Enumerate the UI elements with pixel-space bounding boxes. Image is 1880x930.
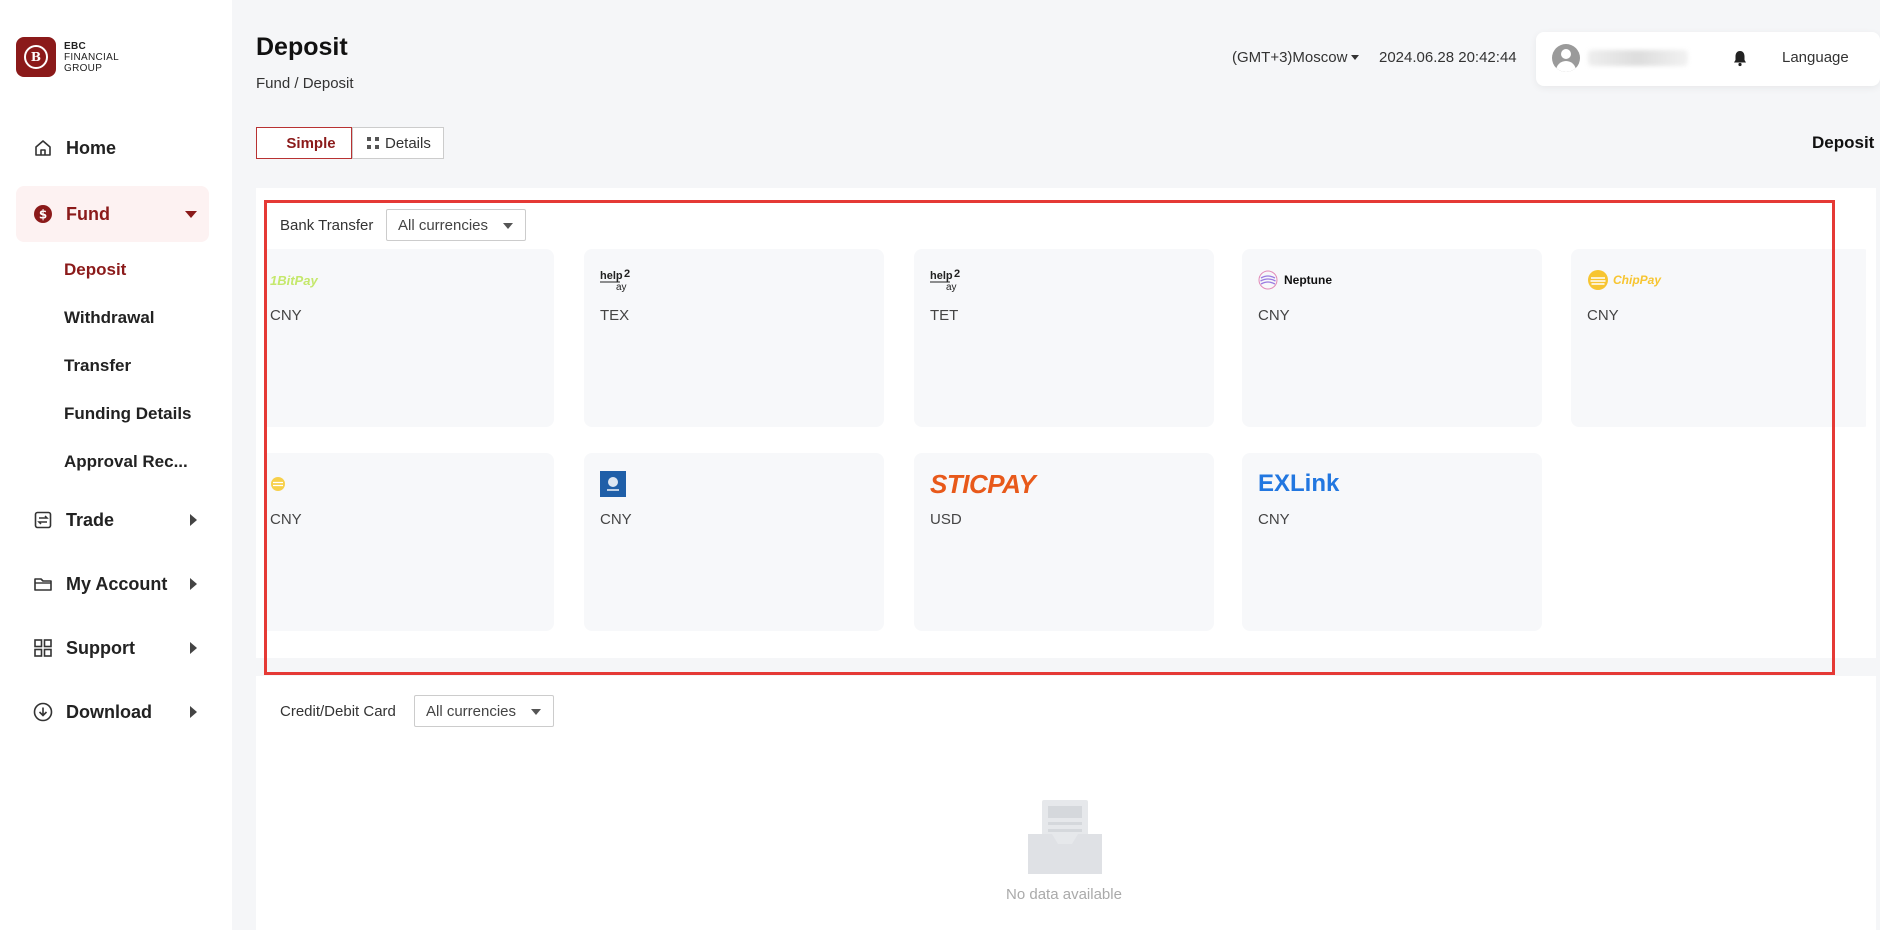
sidebar-item-trade[interactable]: Trade	[16, 492, 209, 548]
caret-down-icon	[503, 223, 513, 229]
chippay-logo-icon: ChipPay	[1587, 266, 1661, 294]
sidebar-subitem-approval-records[interactable]: Approval Rec...	[64, 452, 188, 472]
payment-method-card[interactable]: Neptune CNY	[1242, 249, 1542, 427]
select-value: All currencies	[398, 216, 489, 234]
svg-text:2: 2	[954, 268, 960, 280]
caret-down-icon	[1351, 55, 1360, 60]
payment-method-card[interactable]: EXLink CNY	[1242, 453, 1542, 631]
sidebar-item-label: Download	[66, 701, 152, 722]
payment-method-card[interactable]: CNY	[584, 453, 884, 631]
user-panel: Language	[1536, 32, 1880, 86]
sidebar-item-home[interactable]: Home	[16, 120, 209, 176]
tab-details-label: Details	[385, 134, 431, 152]
current-datetime: 2024.06.28 20:42:44	[1379, 49, 1517, 66]
page-title: Deposit	[256, 33, 348, 61]
svg-text:$: $	[39, 208, 47, 222]
trade-icon	[32, 509, 54, 531]
payment-method-currency: CNY	[1258, 307, 1290, 324]
sidebar-item-label: Home	[66, 137, 117, 158]
card-currency-select[interactable]: All currencies	[414, 695, 554, 727]
sidebar-item-download[interactable]: Download	[16, 684, 209, 740]
help2pay-logo-icon: help 2 ay	[930, 266, 966, 294]
sidebar-item-fund[interactable]: $ Fund	[16, 186, 209, 242]
chevron-right-icon	[190, 514, 197, 526]
sidebar-subitem-funding-details[interactable]: Funding Details	[64, 404, 192, 424]
empty-inbox-icon	[1028, 800, 1102, 874]
bell-icon[interactable]	[1732, 49, 1748, 72]
chevron-down-icon	[185, 211, 197, 218]
payment-method-card[interactable]: STICPAY USD	[914, 453, 1214, 631]
brand-line-2: FINANCIAL	[64, 51, 119, 63]
payment-method-currency: CNY	[600, 511, 632, 528]
blue-square-logo-icon	[600, 470, 626, 498]
grid-icon	[32, 637, 54, 659]
folder-icon	[32, 573, 54, 595]
sidebar-subitem-transfer[interactable]: Transfer	[64, 356, 131, 376]
home-icon	[32, 137, 54, 159]
avatar[interactable]	[1552, 44, 1580, 72]
exlink-logo-icon: EXLink	[1258, 470, 1340, 497]
sidebar-subitem-deposit[interactable]: Deposit	[64, 260, 126, 280]
svg-text:ay: ay	[946, 282, 957, 293]
neptune-logo-icon: Neptune	[1258, 266, 1332, 294]
svg-text:help: help	[930, 270, 953, 282]
chevron-right-icon	[190, 642, 197, 654]
grid-view-icon	[367, 137, 379, 149]
sidebar: B EBC FINANCIAL GROUP Home $ Fund Deposi…	[0, 0, 232, 930]
deposit-heading-right: Deposit	[1812, 133, 1875, 152]
brand-line-3: GROUP	[64, 62, 103, 74]
payment-method-card[interactable]: help 2 ay TET	[914, 249, 1214, 427]
sidebar-item-label: My Account	[66, 573, 168, 594]
username-redacted	[1588, 50, 1688, 66]
sidebar-item-my-account[interactable]: My Account	[16, 556, 209, 612]
sidebar-subitem-withdrawal[interactable]: Withdrawal	[64, 308, 155, 328]
breadcrumb: Fund / Deposit	[256, 75, 354, 92]
language-button[interactable]: Language	[1782, 49, 1849, 66]
coin-logo-icon	[270, 470, 286, 498]
select-value: All currencies	[426, 702, 517, 720]
chevron-right-icon	[190, 578, 197, 590]
tab-simple[interactable]: Simple	[256, 127, 352, 159]
bank-transfer-currency-select[interactable]: All currencies	[386, 209, 526, 241]
bank-transfer-label: Bank Transfer	[280, 217, 374, 234]
brand-line-1: EBC	[64, 40, 87, 52]
ebc-logo-icon: B	[16, 37, 56, 77]
caret-down-icon	[531, 709, 541, 715]
timezone-selector[interactable]: (GMT+3)Moscow	[1232, 49, 1360, 66]
sidebar-item-label: Fund	[66, 203, 110, 224]
tab-details[interactable]: Details	[352, 127, 444, 159]
svg-text:2: 2	[624, 268, 630, 280]
sidebar-item-label: Support	[66, 637, 135, 658]
payment-method-card[interactable]: ChipPay CNY	[1571, 249, 1866, 427]
brand-logo[interactable]: B EBC FINANCIAL GROUP	[16, 37, 119, 77]
payment-method-card[interactable]: CNY	[266, 453, 554, 631]
dollar-circle-icon: $	[32, 203, 54, 225]
payment-method-currency: CNY	[1587, 307, 1619, 324]
bitpay-logo-icon: 1BitPay	[270, 272, 318, 288]
svg-text:ay: ay	[616, 282, 627, 293]
payment-method-currency: TEX	[600, 307, 630, 324]
svg-text:help: help	[600, 270, 623, 282]
payment-method-card[interactable]: 1BitPay CNY	[266, 249, 554, 427]
payment-methods-grid: 1BitPay CNY help 2 ay TEX help 2 ay TET Nept…	[266, 243, 1866, 663]
payment-method-currency: CNY	[270, 511, 302, 528]
download-icon	[32, 701, 54, 723]
sidebar-item-support[interactable]: Support	[16, 620, 209, 676]
payment-method-card[interactable]: help 2 ay TEX	[584, 249, 884, 427]
sidebar-item-label: Trade	[66, 509, 115, 530]
payment-method-currency: CNY	[1258, 511, 1290, 528]
empty-state-text: No data available	[1006, 886, 1122, 903]
payment-method-currency: CNY	[270, 307, 302, 324]
timezone-label: (GMT+3)Moscow	[1232, 49, 1348, 66]
card-payment-label: Credit/Debit Card	[280, 703, 396, 720]
payment-method-currency: USD	[930, 511, 962, 528]
sticpay-logo-icon: STICPAY	[930, 468, 1036, 499]
chevron-right-icon	[190, 706, 197, 718]
payment-method-currency: TET	[930, 307, 959, 324]
help2pay-logo-icon: help 2 ay	[600, 266, 636, 294]
